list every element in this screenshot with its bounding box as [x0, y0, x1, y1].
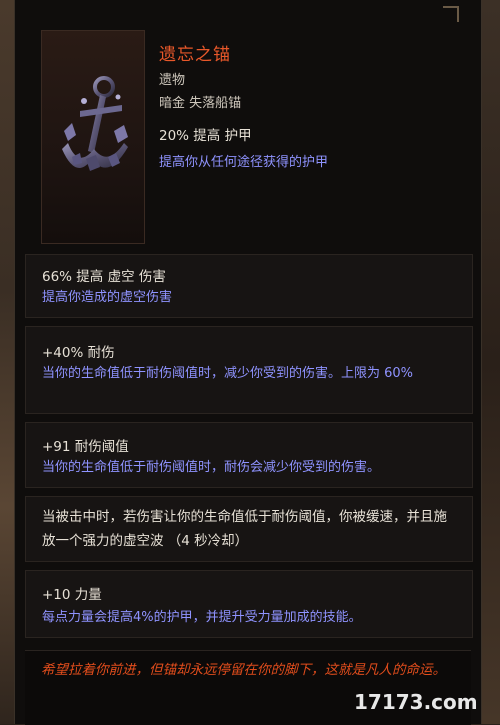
affix-section: +40% 耐伤 当你的生命值低于耐伤阈值时，减少你受到的伤害。上限为 60%: [25, 326, 473, 414]
affix-stat: +40% 耐伤: [42, 345, 115, 361]
anchor-icon: [62, 76, 128, 171]
affix-description: 当你的生命值低于耐伤阈值时，减少你受到的伤害。上限为 60%: [42, 366, 414, 381]
implicit-stat: 20% 提高 护甲: [159, 128, 252, 144]
affix-description: 提高你造成的虚空伤害: [42, 290, 173, 305]
affix-description: 当你的生命值低于耐伤阈值时，耐伤会减少你受到的伤害。: [42, 460, 381, 475]
affix-stat: +10 力量: [42, 587, 102, 603]
item-type: 遗物: [159, 73, 186, 88]
affix-stat: +91 耐伤阈值: [42, 439, 129, 455]
item-tooltip: 遗忘之锚 遗物 暗金 失落船锚 20% 提高 护甲 提高你从任何途径获得的护甲 …: [14, 0, 482, 725]
item-rarity-base: 暗金 失落船锚: [159, 96, 242, 111]
background-left: [0, 0, 14, 724]
watermark-text: 17173.com: [354, 690, 478, 714]
affix-text: 当被击中时，若伤害让你的生命值低于耐伤阈值，你被缓速，并且施放一个强力的虚空波 …: [42, 509, 447, 549]
item-name: 遗忘之锚: [159, 45, 231, 65]
item-image-frame: [41, 30, 145, 244]
affix-description: 每点力量会提高4%的护甲，并提升受力量加成的技能。: [42, 610, 362, 625]
affix-stat: 66% 提高 虚空 伤害: [42, 269, 166, 285]
watermark: 17173.com: [354, 690, 480, 720]
affix-section: 当被击中时，若伤害让你的生命值低于耐伤阈值，你被缓速，并且施放一个强力的虚空波 …: [25, 496, 473, 562]
lore-text: 希望拉着你前进，但锚却永远停留在你的脚下，这就是凡人的命运。: [41, 662, 446, 678]
implicit-description: 提高你从任何途径获得的护甲: [159, 155, 329, 170]
background-right: [480, 0, 500, 724]
tooltip-header: 遗忘之锚 遗物 暗金 失落船锚 20% 提高 护甲 提高你从任何途径获得的护甲: [15, 0, 481, 252]
affix-section: +10 力量 每点力量会提高4%的护甲，并提升受力量加成的技能。: [25, 570, 473, 638]
affix-section: +91 耐伤阈值 当你的生命值低于耐伤阈值时，耐伤会减少你受到的伤害。: [25, 422, 473, 488]
affix-section: 66% 提高 虚空 伤害 提高你造成的虚空伤害: [25, 254, 473, 318]
